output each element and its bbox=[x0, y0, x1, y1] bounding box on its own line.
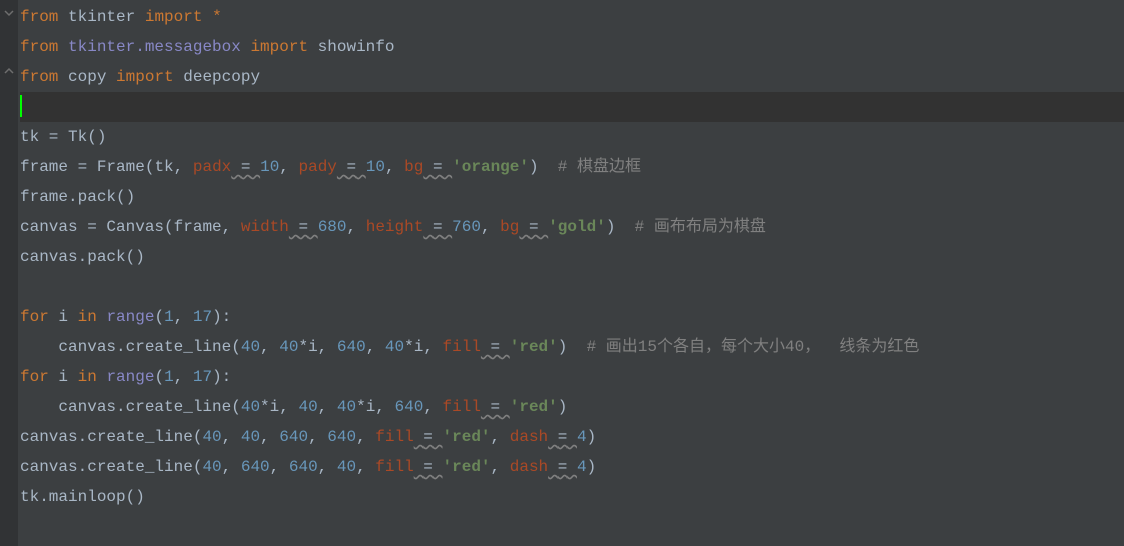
current-line[interactable] bbox=[20, 92, 1124, 122]
code-line[interactable]: canvas.create_line(40, 640, 640, 40, fil… bbox=[20, 452, 1124, 482]
star-import: * bbox=[212, 8, 222, 26]
code-line[interactable]: tk.mainloop() bbox=[20, 482, 1124, 512]
code-line[interactable]: canvas.create_line(40, 40, 640, 640, fil… bbox=[20, 422, 1124, 452]
fold-up-icon[interactable] bbox=[2, 64, 16, 78]
keyword-import: import bbox=[145, 8, 203, 26]
caret bbox=[20, 95, 22, 117]
code-line[interactable]: canvas.create_line(40, 40*i, 640, 40*i, … bbox=[20, 332, 1124, 362]
code-line[interactable]: canvas = Canvas(frame, width = 680, heig… bbox=[20, 212, 1124, 242]
module-name: tkinter bbox=[68, 8, 135, 26]
blank-line[interactable] bbox=[20, 272, 1124, 302]
code-line[interactable]: frame = Frame(tk, padx = 10, pady = 10, … bbox=[20, 152, 1124, 182]
code-line[interactable]: from tkinter.messagebox import showinfo bbox=[20, 32, 1124, 62]
fold-icon[interactable] bbox=[2, 6, 16, 20]
code-line[interactable]: for i in range(1, 17): bbox=[20, 302, 1124, 332]
editor-gutter bbox=[0, 0, 18, 546]
code-line[interactable]: frame.pack() bbox=[20, 182, 1124, 212]
code-line[interactable]: for i in range(1, 17): bbox=[20, 362, 1124, 392]
code-line[interactable]: from tkinter import * bbox=[20, 2, 1124, 32]
code-editor[interactable]: from tkinter import * from tkinter.messa… bbox=[18, 2, 1124, 512]
code-line[interactable]: canvas.create_line(40*i, 40, 40*i, 640, … bbox=[20, 392, 1124, 422]
code-line[interactable]: canvas.pack() bbox=[20, 242, 1124, 272]
code-line[interactable]: tk = Tk() bbox=[20, 122, 1124, 152]
keyword-from: from bbox=[20, 8, 58, 26]
code-line[interactable]: from copy import deepcopy bbox=[20, 62, 1124, 92]
